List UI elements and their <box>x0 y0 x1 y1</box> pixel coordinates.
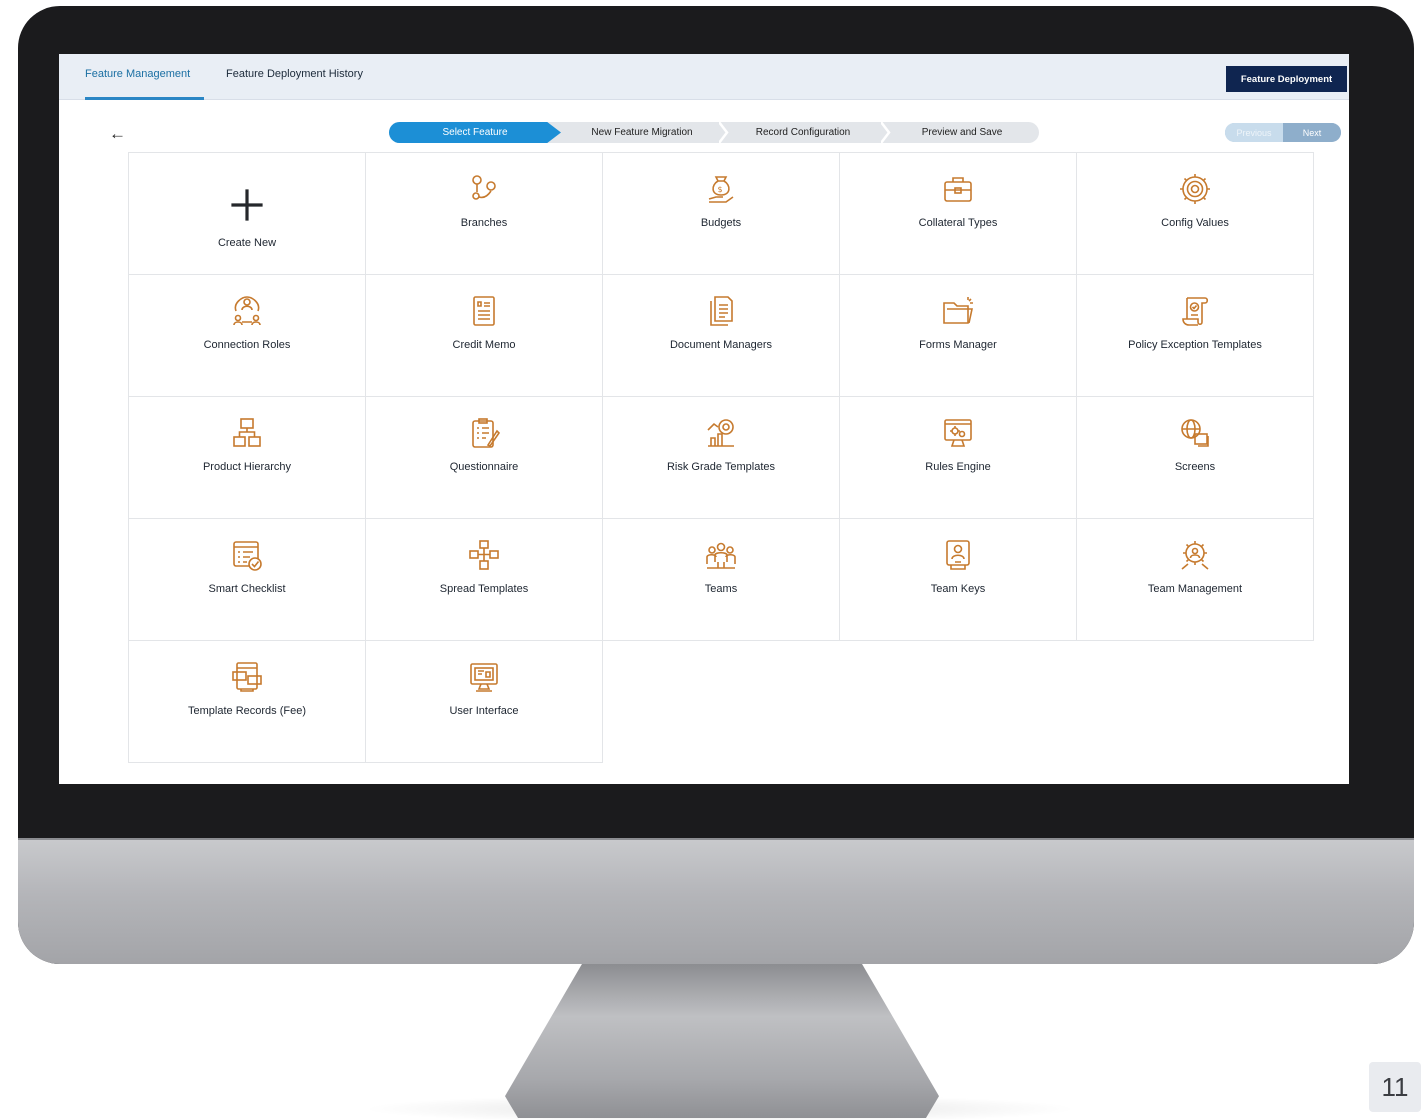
hierarchy-icon <box>229 415 265 451</box>
feature-card-create-new[interactable]: Create New <box>128 152 366 275</box>
feature-label: Config Values <box>1161 217 1229 229</box>
feature-label: Create New <box>217 237 277 249</box>
spread-icon <box>466 537 502 573</box>
clipboard-icon <box>466 415 502 451</box>
feature-card-product-hierarchy[interactable]: Product Hierarchy <box>128 396 366 519</box>
step-preview-and-save[interactable]: Preview and Save <box>885 122 1039 143</box>
checklist-icon <box>229 537 265 573</box>
feature-label: Connection Roles <box>203 339 291 351</box>
feature-card-smart-checklist[interactable]: Smart Checklist <box>128 518 366 641</box>
feature-card-template-records-fee[interactable]: Template Records (Fee) <box>128 640 366 763</box>
feature-label: Spread Templates <box>439 583 529 595</box>
feature-card-team-management[interactable]: Team Management <box>1076 518 1314 641</box>
feature-card-config-values[interactable]: Config Values <box>1076 152 1314 275</box>
money-bag-icon: $ <box>703 171 739 207</box>
feature-label: Template Records (Fee) <box>188 705 306 717</box>
app-screen: Feature Management Feature Deployment Hi… <box>59 54 1349 784</box>
feature-card-budgets[interactable]: $ Budgets <box>602 152 840 275</box>
feature-card-document-managers[interactable]: Document Managers <box>602 274 840 397</box>
feature-card-policy-exception-templates[interactable]: Policy Exception Templates <box>1076 274 1314 397</box>
feature-label: Team Management <box>1147 583 1243 595</box>
feature-card-credit-memo[interactable]: Credit Memo <box>365 274 603 397</box>
globe-screens-icon <box>1177 415 1213 451</box>
monitor-stand <box>505 962 939 1118</box>
policy-scroll-icon <box>1177 293 1213 329</box>
branches-icon <box>466 171 502 207</box>
rules-monitor-icon <box>940 415 976 451</box>
feature-label: Credit Memo <box>452 339 516 351</box>
documents-icon <box>703 293 739 329</box>
feature-deployment-button[interactable]: Feature Deployment <box>1226 66 1347 92</box>
tab-bar: Feature Management Feature Deployment Hi… <box>59 54 1349 100</box>
feature-label: Collateral Types <box>918 217 998 229</box>
monitor-chin-divider <box>18 838 1414 840</box>
feature-label: Risk Grade Templates <box>666 461 775 473</box>
feature-card-teams[interactable]: Teams <box>602 518 840 641</box>
feature-label: Forms Manager <box>919 339 997 351</box>
feature-label: Questionnaire <box>449 461 519 473</box>
memo-icon <box>466 293 502 329</box>
connection-roles-icon <box>229 293 265 329</box>
feature-card-questionnaire[interactable]: Questionnaire <box>365 396 603 519</box>
monitor-icon <box>466 659 502 695</box>
team-icon <box>703 537 739 573</box>
svg-text:$: $ <box>718 185 723 194</box>
gear-icon <box>1177 171 1213 207</box>
feature-card-user-interface[interactable]: User Interface <box>365 640 603 763</box>
risk-chart-icon <box>703 415 739 451</box>
feature-label: Smart Checklist <box>208 583 286 595</box>
monitor-chin <box>18 838 1414 964</box>
page-number: 11 <box>1369 1062 1421 1112</box>
tab-feature-deployment-history[interactable]: Feature Deployment History <box>226 68 363 80</box>
feature-card-screens[interactable]: Screens <box>1076 396 1314 519</box>
feature-label: Policy Exception Templates <box>1128 339 1262 351</box>
feature-label: Teams <box>704 583 738 595</box>
plus-icon <box>229 187 265 223</box>
feature-card-team-keys[interactable]: Team Keys <box>839 518 1077 641</box>
tab-feature-management[interactable]: Feature Management <box>85 68 190 80</box>
feature-label: Team Keys <box>930 583 986 595</box>
next-button[interactable]: Next <box>1283 123 1341 142</box>
feature-card-forms-manager[interactable]: Forms Manager <box>839 274 1077 397</box>
feature-label: User Interface <box>449 705 519 717</box>
wizard-stepper: Select Feature New Feature Migration Rec… <box>389 122 1039 143</box>
feature-card-spread-templates[interactable]: Spread Templates <box>365 518 603 641</box>
pager: Previous Next <box>1225 123 1341 142</box>
feature-card-rules-engine[interactable]: Rules Engine <box>839 396 1077 519</box>
folder-icon <box>940 293 976 329</box>
feature-label: Document Managers <box>669 339 773 351</box>
briefcase-icon <box>940 171 976 207</box>
template-records-icon <box>229 659 265 695</box>
previous-button[interactable]: Previous <box>1225 123 1283 142</box>
feature-label: Product Hierarchy <box>202 461 292 473</box>
active-tab-indicator <box>85 97 204 100</box>
feature-label: Rules Engine <box>925 461 991 473</box>
step-new-feature-migration[interactable]: New Feature Migration <box>561 122 723 143</box>
feature-label: Screens <box>1174 461 1216 473</box>
team-key-icon <box>940 537 976 573</box>
step-select-feature[interactable]: Select Feature <box>389 122 561 143</box>
step-record-configuration[interactable]: Record Configuration <box>723 122 883 143</box>
feature-label: Branches <box>460 217 508 229</box>
feature-card-risk-grade-templates[interactable]: Risk Grade Templates <box>602 396 840 519</box>
feature-card-connection-roles[interactable]: Connection Roles <box>128 274 366 397</box>
feature-card-collateral-types[interactable]: Collateral Types <box>839 152 1077 275</box>
back-arrow-icon[interactable]: ← <box>109 125 126 143</box>
feature-card-branches[interactable]: Branches <box>365 152 603 275</box>
feature-label: Budgets <box>700 217 742 229</box>
team-management-icon <box>1177 537 1213 573</box>
